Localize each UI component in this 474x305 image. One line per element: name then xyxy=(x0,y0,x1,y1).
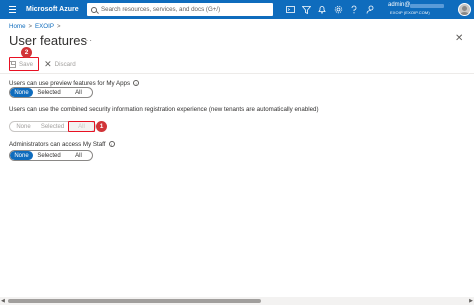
discard-button[interactable]: ✕ Discard xyxy=(44,58,76,69)
save-highlight-box xyxy=(9,57,39,71)
scroll-left-icon[interactable]: ◀ xyxy=(1,297,5,305)
step-badge-2: 2 xyxy=(21,47,32,58)
scroll-right-icon[interactable]: ▶ xyxy=(469,297,473,305)
toolbar-divider xyxy=(0,73,474,74)
account-name-redaction xyxy=(410,4,444,8)
all-highlight-box xyxy=(68,121,95,132)
page-title: User features xyxy=(9,33,88,48)
search-placeholder: Search resources, services, and docs (G+… xyxy=(101,6,221,13)
breadcrumb-exoip[interactable]: EXOIP xyxy=(35,23,54,30)
scrollbar-thumb[interactable] xyxy=(8,299,261,303)
hamburger-menu-icon[interactable] xyxy=(4,0,20,19)
toggle-option-none: None xyxy=(16,123,31,130)
toggle-preview-features: None Selected All xyxy=(9,87,93,98)
account-name: admin@ xyxy=(388,2,411,8)
toggle-option-all[interactable]: All xyxy=(65,151,92,160)
discard-label: Discard xyxy=(54,60,76,68)
search-icon xyxy=(91,6,97,13)
close-icon[interactable]: ✕ xyxy=(455,33,463,44)
setting-label-combined-registration: Users can use the combined security info… xyxy=(9,106,319,113)
toggle-option-selected[interactable]: Selected xyxy=(33,88,65,97)
info-icon[interactable]: i xyxy=(108,141,115,148)
discard-icon: ✕ xyxy=(44,58,52,69)
cloud-shell-icon[interactable] xyxy=(282,0,298,19)
directory-filter-icon[interactable] xyxy=(298,0,314,19)
feedback-icon[interactable] xyxy=(362,0,378,19)
setting-label-text: Users can use preview features for My Ap… xyxy=(9,80,131,87)
toggle-my-staff: None Selected All xyxy=(9,150,93,161)
setting-label-text: Administrators can access My Staff xyxy=(9,141,106,148)
step-badge-1: 1 xyxy=(96,121,107,132)
top-bar: Microsoft Azure Search resources, servic… xyxy=(0,0,474,19)
breadcrumb-separator: > xyxy=(56,23,61,30)
setting-label-preview-features: Users can use preview features for My Ap… xyxy=(9,80,140,87)
info-icon[interactable]: i xyxy=(133,80,140,87)
search-box[interactable]: Search resources, services, and docs (G+… xyxy=(87,3,273,16)
setting-label-my-staff: Administrators can access My Staff i xyxy=(9,141,115,148)
gear-icon[interactable] xyxy=(330,0,346,19)
toggle-option-selected: Selected xyxy=(40,123,65,130)
account-info[interactable]: admin@ EXOIP (EXOIP.COM) xyxy=(388,2,458,17)
setting-label-text: Users can use the combined security info… xyxy=(9,106,319,113)
toggle-option-all[interactable]: All xyxy=(65,88,92,97)
breadcrumb: Home > EXOIP > xyxy=(9,23,60,30)
breadcrumb-home[interactable]: Home xyxy=(9,23,26,30)
toggle-option-none[interactable]: None xyxy=(10,88,33,97)
more-options-icon[interactable]: ··· xyxy=(82,36,93,45)
toggle-option-selected[interactable]: Selected xyxy=(33,151,65,160)
brand-title[interactable]: Microsoft Azure xyxy=(26,6,88,13)
avatar[interactable] xyxy=(458,3,471,16)
breadcrumb-separator: > xyxy=(28,23,33,30)
help-icon[interactable] xyxy=(346,0,362,19)
bell-icon[interactable] xyxy=(314,0,330,19)
horizontal-scrollbar[interactable]: ◀ ▶ xyxy=(0,297,474,305)
account-tenant: EXOIP (EXOIP.COM) xyxy=(390,10,430,15)
toggle-option-none[interactable]: None xyxy=(10,151,33,160)
top-icons xyxy=(282,0,378,19)
